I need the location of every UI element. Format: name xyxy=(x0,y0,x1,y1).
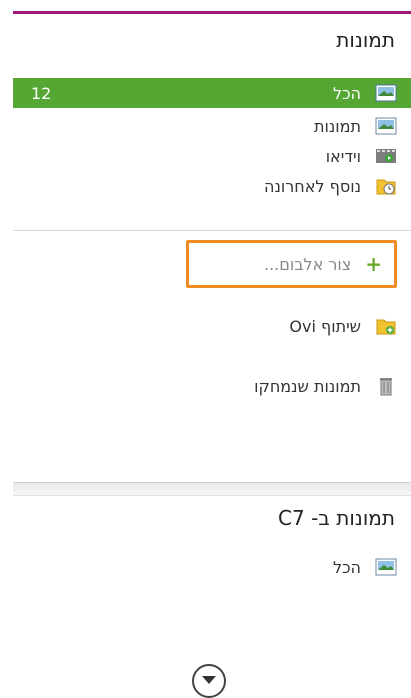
share-folder-icon xyxy=(375,316,397,336)
item-count: 12 xyxy=(31,83,52,103)
image-icon xyxy=(375,83,397,103)
sidebar-item-all[interactable]: הכל 12 xyxy=(13,78,411,108)
image-icon xyxy=(375,116,397,136)
pane-splitter[interactable] xyxy=(13,482,411,496)
sidebar-item-ovi-share[interactable]: שיתוף Ovi xyxy=(13,313,411,339)
sidebar-item-device-all[interactable]: הכל xyxy=(13,554,411,580)
accent-line xyxy=(13,11,411,14)
image-icon xyxy=(375,557,397,577)
sidebar-item-video[interactable]: וידיאו xyxy=(13,143,411,169)
trash-icon xyxy=(375,376,397,396)
scroll-down-icon[interactable] xyxy=(192,664,226,698)
sidebar-item-photos[interactable]: תמונות xyxy=(13,113,411,139)
video-icon xyxy=(375,146,397,166)
sidebar-item-label: וידיאו xyxy=(325,146,361,166)
create-album-button[interactable]: + צור אלבום... xyxy=(186,240,397,288)
sidebar-item-deleted[interactable]: תמונות שנמחקו xyxy=(13,373,411,399)
sidebar-item-label: נוסף לאחרונה xyxy=(264,176,361,196)
photos-section-title: תמונות xyxy=(336,28,395,52)
create-album-label: צור אלבום... xyxy=(263,254,352,274)
recent-folder-icon xyxy=(375,176,397,196)
sidebar-item-label: הכל xyxy=(332,557,361,577)
sidebar-item-label: שיתוף Ovi xyxy=(289,316,361,336)
section-divider xyxy=(13,230,411,231)
plus-icon: + xyxy=(365,252,382,276)
device-section-title: תמונות ב- C7 xyxy=(278,506,395,530)
top-accent-bar xyxy=(0,0,411,14)
sidebar-item-recent[interactable]: נוסף לאחרונה xyxy=(13,173,411,199)
sidebar-item-label: תמונות שנמחקו xyxy=(254,376,361,396)
sidebar-item-label: תמונות xyxy=(313,116,361,136)
sidebar-item-label: הכל xyxy=(332,83,361,103)
